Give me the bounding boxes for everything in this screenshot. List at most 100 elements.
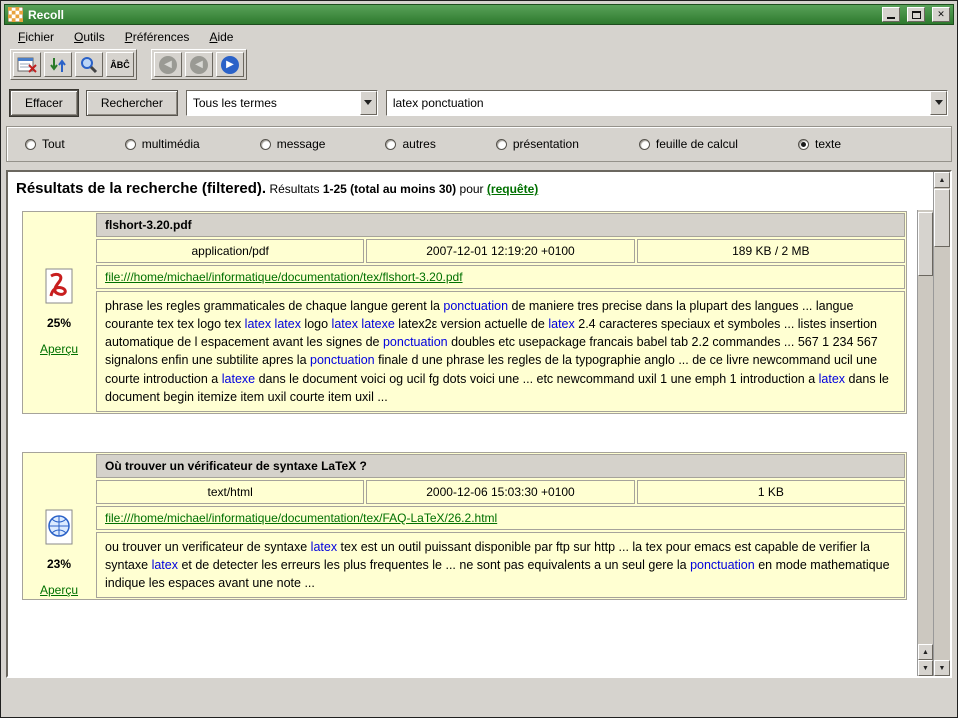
radio-icon[interactable] (639, 139, 650, 150)
next-page-button[interactable]: ▶ (216, 52, 244, 77)
menu-fichier[interactable]: Fichier (10, 28, 62, 46)
radio-icon[interactable] (125, 139, 136, 150)
result-size: 189 KB / 2 MB (637, 239, 905, 263)
minimize-button[interactable] (882, 7, 900, 22)
term-explorer-icon: ÂBĈ (110, 60, 130, 70)
prev-page-button[interactable]: ◀ (185, 52, 213, 77)
next-page-icon: ▶ (221, 56, 239, 74)
result-filename: Où trouver un vérificateur de syntaxe La… (96, 454, 905, 478)
clear-search-button[interactable] (13, 52, 41, 77)
window-title: Recoll (28, 8, 875, 22)
result-card: 23% Aperçu Où trouver un vérificateur de… (22, 452, 907, 600)
query-history-dropdown-button[interactable] (930, 91, 947, 115)
result-side-column: 25% Aperçu (23, 212, 95, 413)
radio-icon[interactable] (798, 139, 809, 150)
preview-link[interactable]: Aperçu (40, 342, 78, 356)
radio-icon[interactable] (260, 139, 271, 150)
update-index-icon (49, 56, 67, 74)
html-icon[interactable] (42, 509, 76, 545)
maximize-icon (912, 11, 921, 19)
result-abstract: ou trouver un verificateur de syntaxe la… (96, 532, 905, 598)
results-range: 1-25 (total au moins 30) (323, 182, 456, 196)
filter-multimedia[interactable]: multimédia (125, 137, 200, 151)
result-url-link[interactable]: file:///home/michael/informatique/docume… (105, 511, 497, 525)
results-info-label: Résultats (269, 182, 319, 196)
prev-page-icon: ◀ (190, 56, 208, 74)
result-filename: flshort-3.20.pdf (96, 213, 905, 237)
scroll-up-button[interactable]: ▲ (934, 172, 950, 188)
search-icon (80, 56, 98, 74)
radio-icon[interactable] (496, 139, 507, 150)
clear-button[interactable]: Effacer (10, 90, 78, 116)
app-icon (8, 7, 23, 22)
result-mime: application/pdf (96, 239, 364, 263)
query-details-link[interactable]: (requête) (487, 182, 538, 196)
scrollbar-thumb[interactable] (934, 189, 950, 247)
scroll-down-button[interactable]: ▼ (918, 660, 933, 676)
term-explorer-button[interactable]: ÂBĈ (106, 52, 134, 77)
result-date: 2000-12-06 15:03:30 +0100 (366, 480, 634, 504)
filter-feuille-de-calcul[interactable]: feuille de calcul (639, 137, 738, 151)
filter-label: multimédia (142, 137, 200, 151)
result-meta-row: application/pdf 2007-12-01 12:19:20 +010… (96, 239, 905, 263)
first-page-button[interactable]: ◀ (154, 52, 182, 77)
relevance-percent: 25% (47, 316, 71, 330)
results-header: Résultats de la recherche (filtered). Ré… (16, 178, 913, 207)
result-url-row: file:///home/michael/informatique/docume… (96, 265, 905, 289)
toolbar-group-search: ÂBĈ (10, 49, 137, 80)
toolbar: ÂBĈ ◀ ◀ ▶ (4, 48, 954, 81)
result-url-link[interactable]: file:///home/michael/informatique/docume… (105, 270, 463, 284)
result-card: 25% Aperçu flshort-3.20.pdf application/… (22, 211, 907, 414)
list-scrollbar[interactable]: ▲ ▼ (917, 210, 933, 676)
search-tool-button[interactable] (75, 52, 103, 77)
query-combo (386, 90, 948, 116)
titlebar[interactable]: Recoll ✕ (4, 4, 954, 25)
filter-autres[interactable]: autres (385, 137, 435, 151)
update-index-button[interactable] (44, 52, 72, 77)
scroll-down-button[interactable]: ▼ (934, 660, 950, 676)
status-area (4, 678, 954, 714)
result-abstract: phrase les regles grammaticales de chaqu… (96, 291, 905, 412)
radio-icon[interactable] (25, 139, 36, 150)
filter-presentation[interactable]: présentation (496, 137, 579, 151)
search-mode-dropdown-button[interactable] (360, 91, 377, 115)
category-filter-bar: Tout multimédia message autres présentat… (6, 126, 952, 162)
radio-icon[interactable] (385, 139, 396, 150)
menu-outils[interactable]: Outils (66, 28, 113, 46)
pdf-icon[interactable] (42, 268, 76, 304)
result-meta-row: text/html 2000-12-06 15:03:30 +0100 1 KB (96, 480, 905, 504)
close-button[interactable]: ✕ (932, 7, 950, 22)
search-mode-value: Tous les termes (187, 96, 360, 110)
search-input[interactable] (387, 91, 930, 115)
preview-link[interactable]: Aperçu (40, 583, 78, 597)
relevance-percent: 23% (47, 557, 71, 571)
menu-preferences[interactable]: Préférences (117, 28, 198, 46)
maximize-button[interactable] (907, 7, 925, 22)
recoll-window: Recoll ✕ Fichier Outils Préférences Aide (0, 0, 958, 718)
filter-label: présentation (513, 137, 579, 151)
results-info: Résultats 1-25 (total au moins 30) pour … (269, 182, 538, 196)
result-mime: text/html (96, 480, 364, 504)
results-scrollbar[interactable]: ▲ ▼ (933, 172, 950, 676)
scroll-up-button[interactable]: ▲ (918, 644, 933, 660)
close-icon: ✕ (937, 10, 945, 19)
scrollbar-thumb[interactable] (918, 212, 933, 276)
search-row: Effacer Rechercher Tous les termes (10, 89, 948, 116)
search-mode-select[interactable]: Tous les termes (186, 90, 378, 116)
search-button[interactable]: Rechercher (86, 90, 178, 116)
filter-label: Tout (42, 137, 65, 151)
filter-label: texte (815, 137, 841, 151)
result-size: 1 KB (637, 480, 905, 504)
filter-label: autres (402, 137, 435, 151)
result-date: 2007-12-01 12:19:20 +0100 (366, 239, 634, 263)
results-list: Résultats de la recherche (filtered). Ré… (8, 172, 917, 676)
filter-label: message (277, 137, 326, 151)
filter-message[interactable]: message (260, 137, 326, 151)
filter-label: feuille de calcul (656, 137, 738, 151)
menu-aide[interactable]: Aide (201, 28, 241, 46)
menubar: Fichier Outils Préférences Aide (4, 25, 954, 48)
results-pour: pour (460, 182, 484, 196)
filter-texte[interactable]: texte (798, 137, 841, 151)
filter-tout[interactable]: Tout (25, 137, 65, 151)
chevron-down-icon (364, 100, 372, 105)
